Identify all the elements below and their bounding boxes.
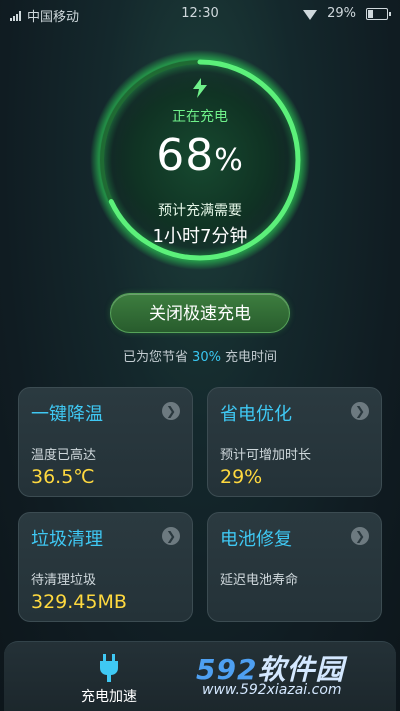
card-desc: 延迟电池寿命 [220, 573, 299, 588]
card-value: 36.5℃ [31, 466, 95, 488]
battery-icon [366, 7, 391, 20]
eta-value: 1小时7分钟 [152, 226, 248, 247]
power-optimize-card[interactable]: 省电优化 ❯ 预计可增加时长 29% [207, 387, 382, 497]
status-right: 29% [303, 6, 391, 21]
charging-status-label: 正在充电 [172, 109, 228, 125]
chevron-right-icon[interactable]: ❯ [162, 527, 180, 545]
watermark: 592软件园 www.592xiazai.com [196, 648, 396, 708]
saving-prefix: 已为您节省 [123, 350, 189, 365]
nav-charge-label: 充电加速 [81, 689, 137, 705]
battery-fill [368, 9, 373, 18]
charge-percent: 68% [90, 130, 310, 181]
chevron-right-icon[interactable]: ❯ [162, 402, 180, 420]
card-desc: 待清理垃圾 [31, 573, 97, 588]
saving-suffix: 充电时间 [224, 350, 277, 365]
wifi-icon [303, 9, 318, 20]
card-value: 329.45MB [31, 591, 127, 613]
battery-repair-card[interactable]: 电池修复 ❯ 延迟电池寿命 [207, 512, 382, 622]
chevron-right-icon[interactable]: ❯ [351, 527, 369, 545]
card-desc: 预计可增加时长 [220, 448, 312, 463]
charging-ring: 正在充电 68% 预计充满需要 1小时7分钟 [90, 50, 310, 270]
eta-label: 预计充满需要 [158, 203, 242, 219]
plug-icon [100, 654, 118, 682]
junk-clean-card[interactable]: 垃圾清理 ❯ 待清理垃圾 329.45MB [18, 512, 193, 622]
battery-percent: 29% [327, 6, 356, 21]
card-title: 垃圾清理 [31, 529, 103, 550]
time-saving-line: 已为您节省 30% 充电时间 [0, 346, 400, 365]
watermark-url: www.592xiazai.com [202, 682, 342, 698]
charge-percent-value: 68 [156, 130, 215, 181]
chevron-right-icon[interactable]: ❯ [351, 402, 369, 420]
lightning-bolt-icon [193, 78, 207, 98]
cool-down-card[interactable]: 一键降温 ❯ 温度已高达 36.5℃ [18, 387, 193, 497]
card-value: 29% [220, 466, 263, 488]
card-desc: 温度已高达 [31, 448, 97, 463]
card-title: 省电优化 [220, 404, 292, 425]
disable-fast-charge-button[interactable]: 关闭极速充电 [110, 293, 290, 333]
charge-percent-unit: % [214, 143, 244, 178]
ring-content: 正在充电 68% 预计充满需要 1小时7分钟 [90, 50, 310, 270]
status-bar: 中国移动 12:30 29% [0, 0, 400, 28]
nav-charge-boost[interactable]: 充电加速 [54, 650, 164, 708]
card-title: 一键降温 [31, 404, 103, 425]
saving-percent: 30% [192, 350, 221, 365]
card-title: 电池修复 [220, 529, 292, 550]
